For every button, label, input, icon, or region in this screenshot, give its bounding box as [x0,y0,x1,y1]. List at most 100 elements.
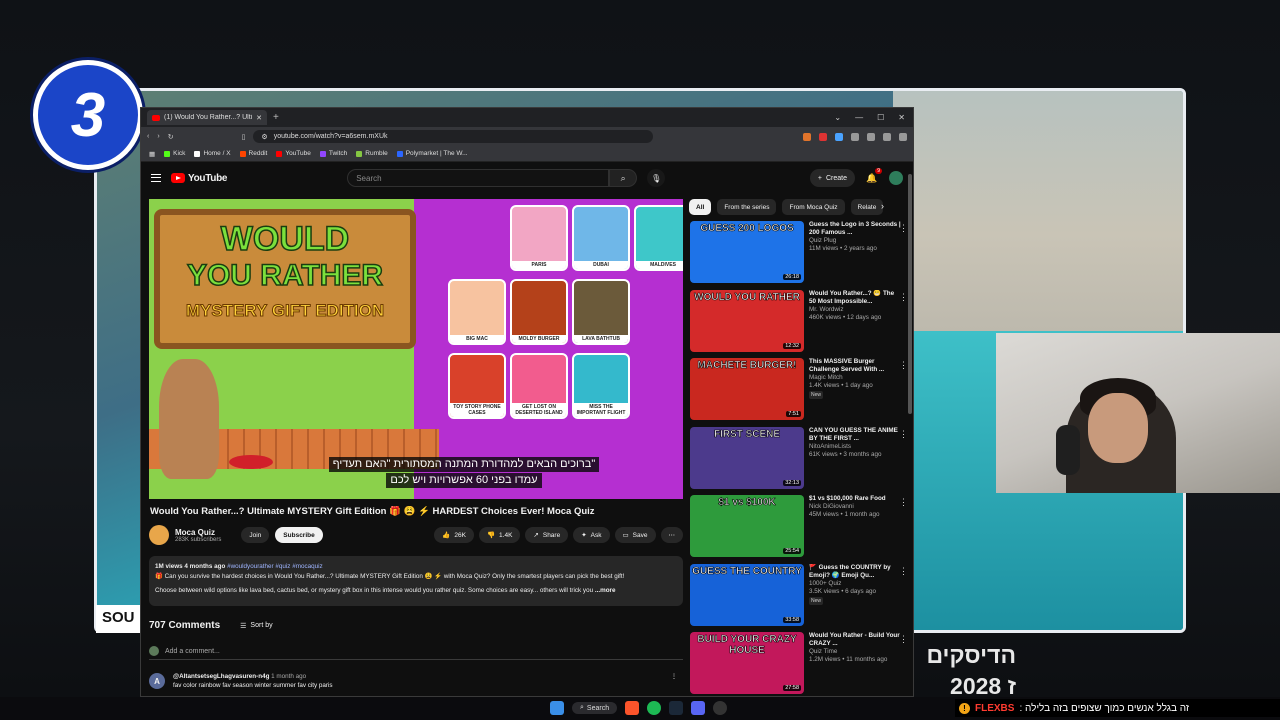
more-options-icon[interactable]: ⋮ [899,223,908,234]
more-options-icon[interactable]: ⋮ [899,292,908,303]
chip-1[interactable]: From the series [717,199,777,215]
youtube-logo[interactable]: YouTube [171,173,228,184]
recommended-channel[interactable]: Quiz Plug [809,237,902,245]
apps-grid-icon[interactable]: ▦ [149,150,155,158]
bookmark-item[interactable]: Polymarket | The W... [396,150,468,157]
save-button[interactable]: ▭ Save [614,527,656,543]
more-options-icon[interactable]: ⋮ [899,566,908,577]
recommended-thumbnail[interactable]: $1 vs $100K 25:54 [690,495,804,557]
recommended-title[interactable]: Would You Rather - Build Your CRAZY ... [809,632,902,648]
notifications-button[interactable]: 🔔 9 [865,168,882,185]
steam-icon[interactable] [669,701,684,715]
more-options-icon[interactable]: ⋮ [899,497,908,508]
search-button[interactable]: ⌕ [609,169,638,187]
maximize-icon[interactable]: ☐ [877,113,884,122]
tab-youtube[interactable]: (1) Would You Rather...? Ultim ✕ [147,110,267,125]
bookmark-item[interactable]: Home / X [194,150,231,157]
recommended-title[interactable]: Guess the Logo in 3 Seconds | 200 Famous… [809,221,902,237]
chevron-down-icon[interactable]: ⌄ [834,113,841,122]
recommended-video[interactable]: GUESS THE COUNTRY 33:58 🚩 Guess the COUNTR… [690,563,908,626]
reload-icon[interactable]: ↻ [168,133,174,141]
like-button[interactable]: 👍 26K [434,527,474,543]
chevron-right-icon[interactable]: › [881,201,884,211]
scrollbar[interactable] [908,174,912,414]
more-options-icon[interactable]: ⋮ [899,634,908,645]
bookmark-item[interactable]: Rumble [356,150,388,157]
share-button[interactable]: ↗ Share [525,527,569,543]
bookmark-item[interactable]: YouTube [276,150,311,157]
spotify-icon[interactable] [647,701,662,715]
close-window-icon[interactable]: ✕ [898,113,905,122]
recommended-title[interactable]: CAN YOU GUESS THE ANIME BY THE FIRST ... [809,427,902,443]
new-tab-icon[interactable]: + [273,112,279,123]
chip-3[interactable]: Relate [850,199,884,215]
recommended-title[interactable]: This MASSIVE Burger Challenge Served Wit… [809,358,902,374]
extension-icon[interactable] [883,132,891,141]
menu-dots-icon[interactable] [899,132,907,141]
recommended-title[interactable]: Would You Rather...? 😬 The 50 Most Impos… [809,290,902,306]
search-input[interactable]: Search [347,169,610,187]
chip-2[interactable]: From Moca Quiz [782,199,845,215]
more-options-icon[interactable]: ⋮ [899,360,908,371]
extension-icon[interactable] [819,132,827,141]
recommended-channel[interactable]: NitoAnimeLists [809,443,902,451]
recommended-thumbnail[interactable]: GUESS 200 LOGOS 26:18 [690,221,804,283]
recommended-channel[interactable]: Mr. Wordwiz [809,306,902,314]
url-field[interactable]: ⚙ youtube.com/watch?v=a6sem.mXUk [253,130,654,143]
discord-icon[interactable] [691,701,706,715]
recommended-title[interactable]: $1 vs $100,000 Rare Food [809,495,902,503]
chip-0[interactable]: All [689,199,712,215]
recommended-channel[interactable]: Nick DiGiovanni [809,503,902,511]
add-comment-field[interactable]: Add a comment... [149,646,683,660]
video-description[interactable]: 1M views 4 months ago #wouldyourather #q… [149,556,683,606]
more-actions-button[interactable]: ⋯ [660,527,683,543]
recommended-thumbnail[interactable]: BUILD YOUR CRAZY HOUSE 27:58 [690,632,804,694]
bookmark-item[interactable]: Twitch [319,150,347,157]
bookmark-icon[interactable]: ▯ [242,133,246,141]
minimize-icon[interactable]: — [855,113,863,122]
comment-author[interactable]: @AltantsetsegLhagvasuren-n4g [173,673,269,680]
recommended-thumbnail[interactable]: MACHETE BURGER! 7:51 [690,358,804,420]
bookmark-item[interactable]: Reddit [239,150,267,157]
extension-icon[interactable] [835,132,843,141]
taskbar-search[interactable]: ⌕ Search [572,702,618,714]
forward-icon[interactable]: › [157,133,159,140]
recommended-thumbnail[interactable]: GUESS THE COUNTRY 33:58 [690,563,804,626]
extension-icon[interactable] [803,132,811,141]
channel-avatar[interactable] [149,525,169,545]
voice-search-button[interactable]: 🎙 [647,169,666,187]
sort-by-button[interactable]: ☰ Sort by [240,622,272,630]
account-avatar[interactable] [889,171,903,185]
video-player[interactable]: PARIS DUBAI MALDIVES BIG MAC MOLDY BURGER LAV… [149,199,683,499]
more-options-icon[interactable]: ⋮ [899,429,908,440]
subscribe-button[interactable]: Subscribe [275,527,323,543]
show-more-link[interactable]: ...more [595,587,616,594]
windows-start-icon[interactable] [550,701,564,715]
recommended-video[interactable]: $1 vs $100K 25:54 $1 vs $100,000 Rare Food… [690,495,908,557]
ask-button[interactable]: ✦ Ask [573,527,610,543]
channel-name[interactable]: Moca Quiz [175,528,221,537]
back-icon[interactable]: ‹ [147,133,149,140]
create-button[interactable]: + Create [809,169,855,187]
comment-menu-icon[interactable]: ⋮ [671,673,677,689]
close-tab-icon[interactable]: ✕ [256,114,262,122]
obs-icon[interactable] [713,701,728,715]
recommended-video[interactable]: GUESS 200 LOGOS 26:18 Guess the Logo in 3 … [690,221,908,283]
recommended-video[interactable]: FIRST SCENE 32:13 CAN YOU GUESS THE ANIME … [690,426,908,489]
recommended-channel[interactable]: Magic Mitch [809,374,902,382]
dislike-button[interactable]: 👎 1.4K [478,527,521,543]
extension-icon[interactable] [851,132,859,141]
recommended-video[interactable]: MACHETE BURGER! 7:51 This MASSIVE Burger C… [690,358,908,420]
recommended-channel[interactable]: 1000+ Quiz [809,580,902,588]
recommended-title[interactable]: 🚩 Guess the COUNTRY by Emoji? 🌍 Emoji Qu… [809,564,902,580]
bookmark-item[interactable]: Kick [164,150,185,157]
hamburger-menu-icon[interactable] [151,174,161,182]
brave-browser-icon[interactable] [625,701,640,715]
recommended-video[interactable]: WOULD YOU RATHER 12:32 Would You Rather...… [690,289,908,352]
recommended-thumbnail[interactable]: FIRST SCENE 32:13 [690,426,804,489]
recommended-video[interactable]: BUILD YOUR CRAZY HOUSE 27:58 Would You Rat… [690,632,908,694]
site-info-icon[interactable]: ⚙ [261,133,267,141]
extension-icon[interactable] [867,132,875,141]
recommended-thumbnail[interactable]: WOULD YOU RATHER 12:32 [690,289,804,352]
hashtags[interactable]: #wouldyourather #quiz #mocaquiz [227,563,323,570]
